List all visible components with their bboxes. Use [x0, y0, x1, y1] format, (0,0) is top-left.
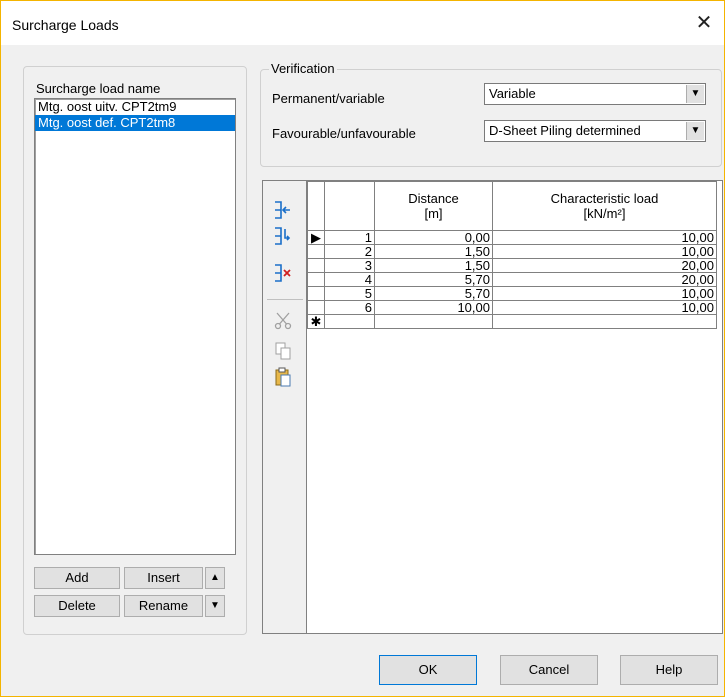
help-button[interactable]: Help	[620, 655, 718, 685]
arrow-up-icon: ▲	[210, 572, 220, 583]
row-indicator	[307, 244, 325, 259]
table-row[interactable]: ▶ 1 0,00 10,00	[307, 230, 717, 245]
load-cell[interactable]: 10,00	[492, 286, 717, 301]
row-number: 5	[324, 286, 375, 301]
distance-cell[interactable]: 1,50	[374, 258, 493, 273]
table-row[interactable]: 3 1,50 20,00	[307, 258, 717, 273]
delete-row-icon[interactable]	[273, 263, 293, 283]
load-cell[interactable]: 20,00	[492, 272, 717, 287]
verification-group-label: Verification	[269, 61, 337, 76]
permanent-variable-value: Variable	[489, 86, 536, 101]
add-row-icon[interactable]	[273, 200, 293, 220]
row-number	[324, 314, 375, 329]
characteristic-load-column-header[interactable]: Characteristic load [kN/m²]	[492, 181, 717, 231]
surcharge-points-grid[interactable]: Distance [m] Characteristic load [kN/m²]…	[306, 180, 723, 634]
cancel-button[interactable]: Cancel	[500, 655, 598, 685]
table-row[interactable]: 2 1,50 10,00	[307, 244, 717, 259]
current-row-marker-icon: ▶	[307, 230, 325, 245]
chevron-down-icon[interactable]: ▼	[686, 122, 704, 140]
distance-column-header[interactable]: Distance [m]	[374, 181, 493, 231]
ok-button[interactable]: OK	[379, 655, 477, 685]
paste-icon[interactable]	[273, 367, 293, 387]
load-cell[interactable]	[492, 314, 717, 329]
insert-row-icon[interactable]	[273, 226, 293, 246]
row-number: 1	[324, 230, 375, 245]
title-bar: Surcharge Loads ✕	[1, 1, 724, 45]
table-row[interactable]: 5 5,70 10,00	[307, 286, 717, 301]
distance-cell[interactable]	[374, 314, 493, 329]
row-number: 2	[324, 244, 375, 259]
load-cell[interactable]: 10,00	[492, 244, 717, 259]
table-row[interactable]: 6 10,00 10,00	[307, 300, 717, 315]
data-table: Distance [m] Characteristic load [kN/m²]…	[307, 181, 717, 329]
new-row[interactable]: ✱	[307, 314, 717, 329]
row-indicator	[307, 258, 325, 273]
row-indicator-header	[307, 181, 325, 231]
row-indicator	[307, 272, 325, 287]
load-cell[interactable]: 10,00	[492, 230, 717, 245]
load-cell[interactable]: 20,00	[492, 258, 717, 273]
distance-cell[interactable]: 1,50	[374, 244, 493, 259]
grid-toolbar	[262, 180, 307, 634]
permanent-variable-select[interactable]: Variable ▼	[484, 83, 706, 105]
favourable-unfavourable-label: Favourable/unfavourable	[272, 126, 416, 141]
rename-button[interactable]: Rename	[124, 595, 203, 617]
chevron-down-icon[interactable]: ▼	[686, 85, 704, 103]
dialog-window: Surcharge Loads ✕ Surcharge load name Mt…	[0, 0, 725, 697]
close-icon[interactable]: ✕	[692, 11, 716, 35]
row-number: 4	[324, 272, 375, 287]
surcharge-load-name-label: Surcharge load name	[36, 81, 161, 96]
surcharge-load-list[interactable]: Mtg. oost uitv. CPT2tm9 Mtg. oost def. C…	[34, 98, 236, 555]
cut-icon[interactable]	[273, 311, 293, 331]
table-row[interactable]: 4 5,70 20,00	[307, 272, 717, 287]
load-cell[interactable]: 10,00	[492, 300, 717, 315]
add-button[interactable]: Add	[34, 567, 120, 589]
list-item[interactable]: Mtg. oost def. CPT2tm8	[35, 115, 235, 131]
row-number-header	[324, 181, 375, 231]
distance-cell[interactable]: 10,00	[374, 300, 493, 315]
list-item[interactable]: Mtg. oost uitv. CPT2tm9	[35, 99, 235, 115]
arrow-down-icon: ▼	[210, 600, 220, 611]
row-indicator	[307, 300, 325, 315]
row-number: 3	[324, 258, 375, 273]
distance-cell[interactable]: 5,70	[374, 272, 493, 287]
distance-cell[interactable]: 0,00	[374, 230, 493, 245]
insert-button[interactable]: Insert	[124, 567, 203, 589]
new-row-marker-icon: ✱	[307, 314, 325, 329]
toolbar-divider	[267, 299, 303, 300]
delete-button[interactable]: Delete	[34, 595, 120, 617]
move-down-button[interactable]: ▼	[205, 595, 225, 617]
favourable-unfavourable-select[interactable]: D-Sheet Piling determined ▼	[484, 120, 706, 142]
permanent-variable-label: Permanent/variable	[272, 91, 385, 106]
window-title: Surcharge Loads	[12, 17, 119, 33]
distance-cell[interactable]: 5,70	[374, 286, 493, 301]
copy-icon[interactable]	[273, 341, 293, 361]
row-number: 6	[324, 300, 375, 315]
row-indicator	[307, 286, 325, 301]
move-up-button[interactable]: ▲	[205, 567, 225, 589]
favourable-unfavourable-value: D-Sheet Piling determined	[489, 123, 641, 138]
